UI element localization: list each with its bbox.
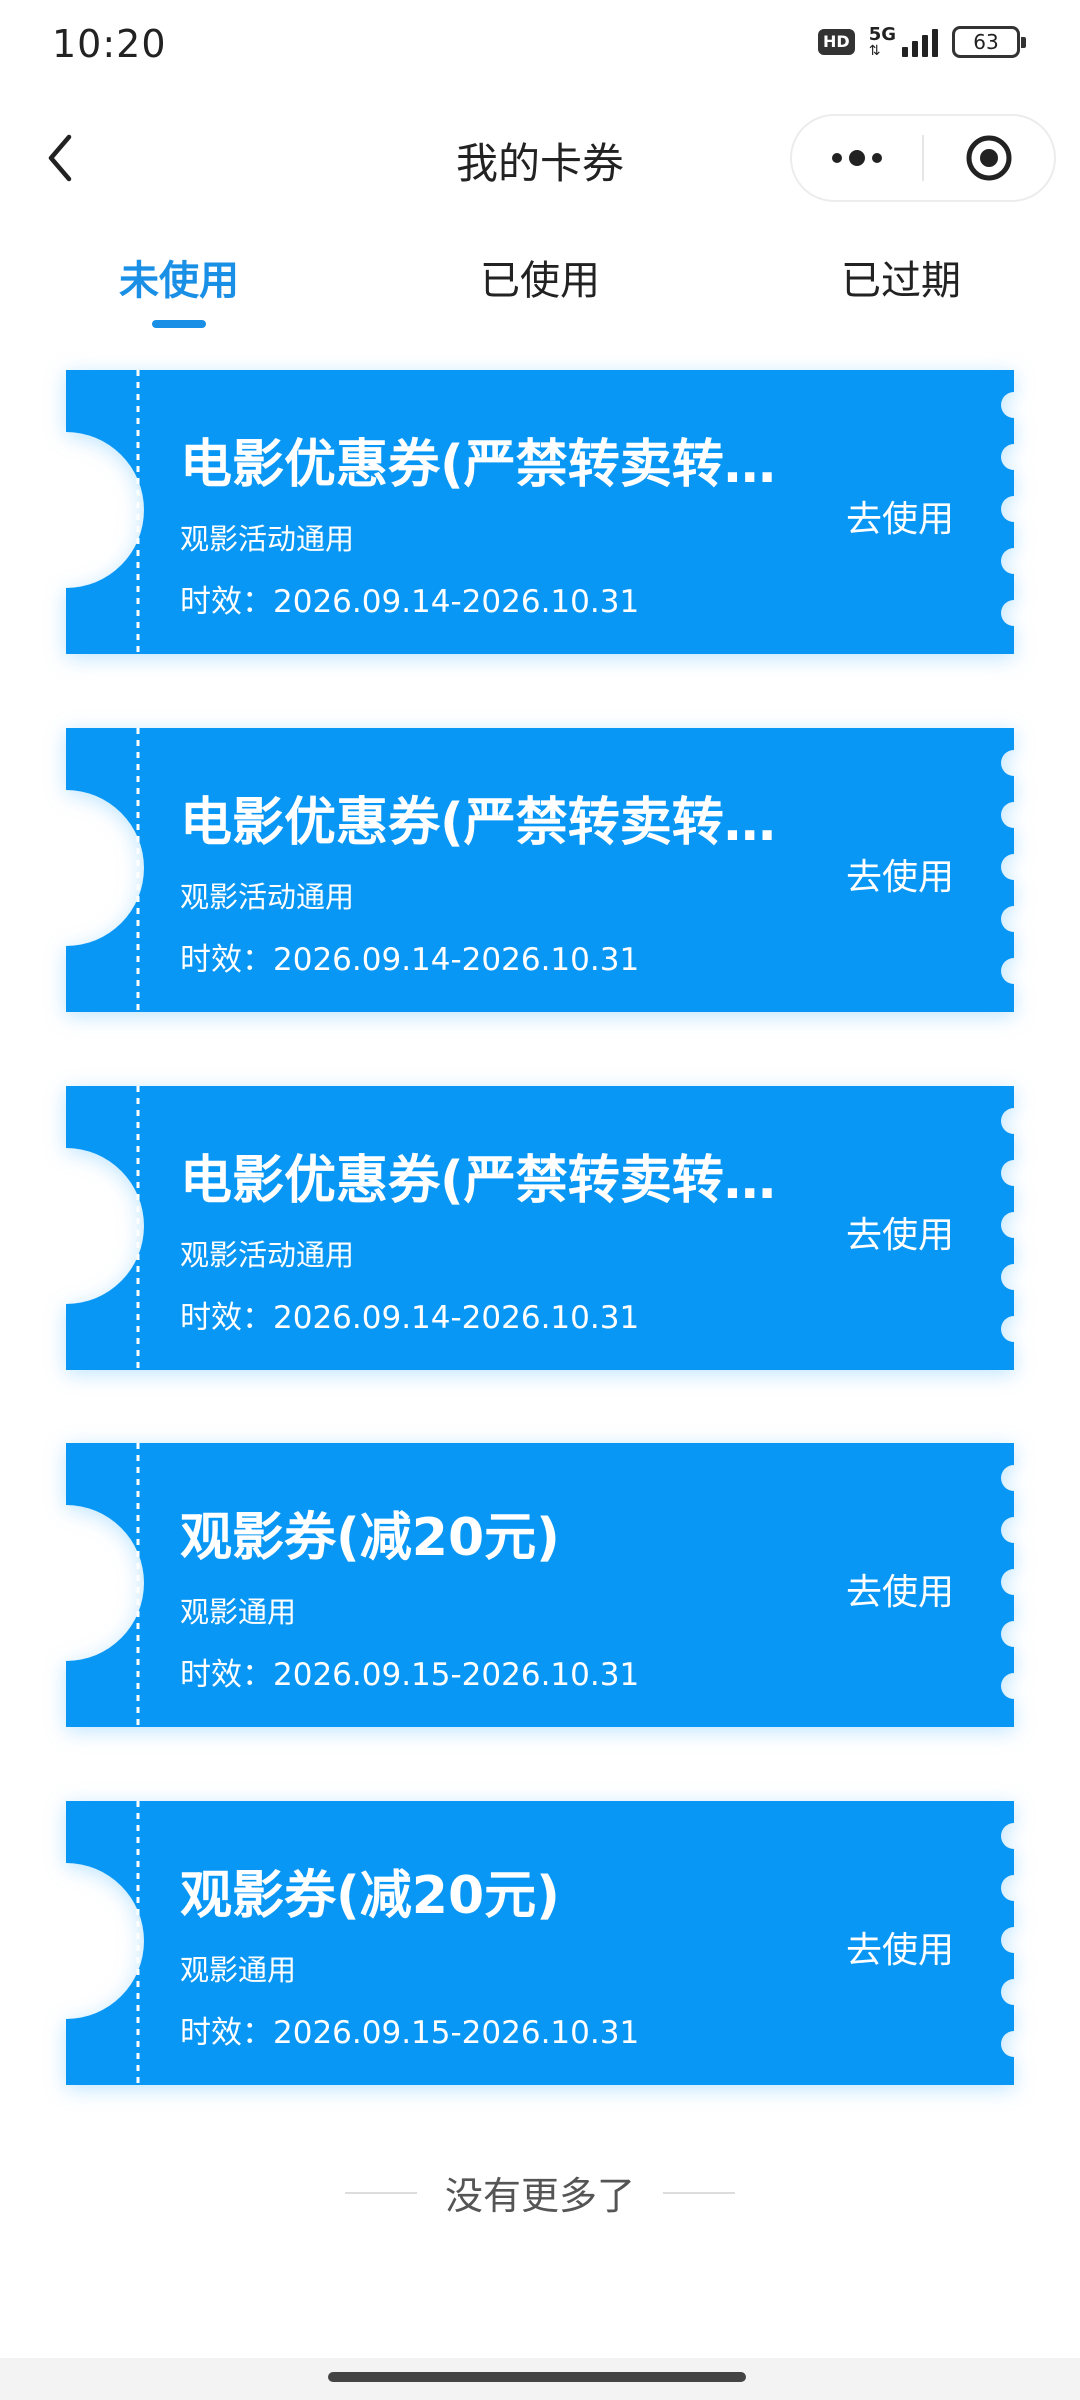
coupon-title: 电影优惠券(严禁转卖转… <box>180 1151 776 1211</box>
tab-bar: 未使用 已使用 已过期 <box>0 240 1080 330</box>
coupon-title: 电影优惠券(严禁转卖转… <box>180 793 776 853</box>
coupon-validity: 时效：2026.09.14-2026.10.31 <box>180 584 640 620</box>
divider-right <box>663 2191 735 2194</box>
coupon-card[interactable]: 电影优惠券(严禁转卖转… 观影活动通用 时效：2026.09.14-2026.1… <box>66 728 1014 1012</box>
tab-unused[interactable]: 未使用 <box>79 248 279 306</box>
end-of-list-text: 没有更多了 <box>444 2174 635 2218</box>
use-coupon-button[interactable]: 去使用 <box>846 1921 954 1973</box>
end-of-list: 没有更多了 <box>0 2165 1080 2220</box>
divider-left <box>344 2191 417 2194</box>
network-label: 5G <box>868 24 896 45</box>
more-button[interactable] <box>792 116 922 200</box>
close-button[interactable] <box>924 116 1054 200</box>
status-time: 10:20 <box>52 22 167 66</box>
coupon-subtitle: 观影通用 <box>180 1595 297 1629</box>
coupon-card[interactable]: 观影券(减20元) 观影通用 时效：2026.09.15-2026.10.31 … <box>66 1801 1014 2085</box>
coupon-subtitle: 观影通用 <box>180 1953 297 1987</box>
coupon-card[interactable]: 观影券(减20元) 观影通用 时效：2026.09.15-2026.10.31 … <box>66 1443 1014 1727</box>
use-coupon-button[interactable]: 去使用 <box>846 1563 954 1615</box>
coupon-title: 观影券(减20元) <box>180 1866 560 1926</box>
header: 我的卡券 <box>0 110 1080 210</box>
coupon-validity: 时效：2026.09.14-2026.10.31 <box>180 1300 640 1336</box>
home-indicator[interactable] <box>328 2372 746 2382</box>
coupon-subtitle: 观影活动通用 <box>180 522 355 556</box>
status-icons: HD 5G ⇅ 63 <box>818 24 1026 59</box>
signal-icon <box>902 27 938 57</box>
network-indicator: 5G ⇅ <box>868 24 896 59</box>
use-coupon-button[interactable]: 去使用 <box>846 490 954 542</box>
hd-badge: HD <box>818 29 855 55</box>
coupon-subtitle: 观影活动通用 <box>180 1238 355 1272</box>
coupon-title: 电影优惠券(严禁转卖转… <box>180 435 776 495</box>
data-arrows-icon: ⇅ <box>868 43 881 59</box>
mini-program-capsule <box>790 114 1056 202</box>
tab-indicator <box>152 320 206 328</box>
coupon-subtitle: 观影活动通用 <box>180 880 355 914</box>
status-bar: 10:20 HD 5G ⇅ 63 <box>0 0 1080 100</box>
coupon-card[interactable]: 电影优惠券(严禁转卖转… 观影活动通用 时效：2026.09.14-2026.1… <box>66 1086 1014 1370</box>
battery-icon: 63 <box>952 26 1026 58</box>
gesture-nav-area <box>0 2358 1080 2400</box>
coupon-title: 观影券(减20元) <box>180 1508 560 1568</box>
tab-expired[interactable]: 已过期 <box>801 248 1001 306</box>
use-coupon-button[interactable]: 去使用 <box>846 848 954 900</box>
coupon-validity: 时效：2026.09.15-2026.10.31 <box>180 1657 640 1693</box>
target-circle-icon <box>966 135 1012 181</box>
more-dots-icon <box>832 150 882 166</box>
use-coupon-button[interactable]: 去使用 <box>846 1206 954 1258</box>
coupon-validity: 时效：2026.09.15-2026.10.31 <box>180 2015 640 2051</box>
coupon-card[interactable]: 电影优惠券(严禁转卖转… 观影活动通用 时效：2026.09.14-2026.1… <box>66 370 1014 654</box>
tab-used[interactable]: 已使用 <box>440 248 640 306</box>
coupon-validity: 时效：2026.09.14-2026.10.31 <box>180 942 640 978</box>
battery-level: 63 <box>973 30 999 54</box>
